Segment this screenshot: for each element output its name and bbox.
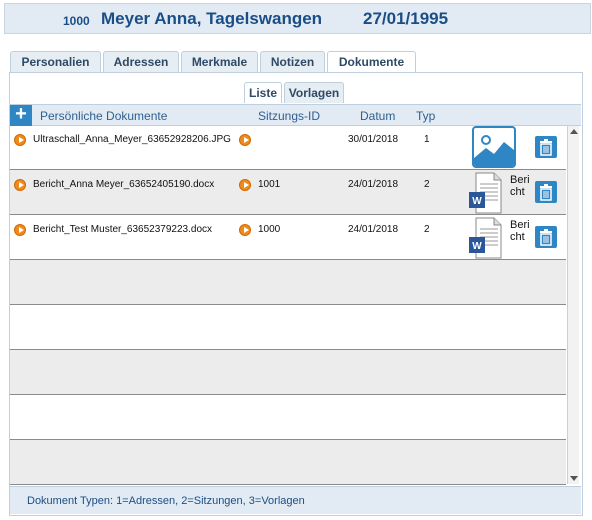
document-filename: Ultraschall_Anna_Meyer_63652928206.JPG bbox=[33, 134, 231, 145]
empty-row bbox=[10, 395, 566, 440]
documents-table-header: + Persönliche Dokumente Sitzungs-ID Datu… bbox=[10, 104, 581, 126]
subtab-liste[interactable]: Liste bbox=[244, 82, 282, 103]
tab-merkmale[interactable]: Merkmale bbox=[181, 51, 258, 73]
add-document-button[interactable]: + bbox=[10, 103, 32, 126]
document-thumb-label: Bericht bbox=[510, 219, 530, 243]
document-session-id: 1000 bbox=[258, 224, 281, 235]
tab-adressen[interactable]: Adressen bbox=[103, 51, 179, 73]
empty-row bbox=[10, 350, 566, 395]
patient-id: 1000 bbox=[63, 14, 90, 28]
tab-notizen[interactable]: Notizen bbox=[260, 51, 325, 73]
document-types-text: Dokument Typen: 1=Adressen, 2=Sitzungen,… bbox=[27, 495, 305, 507]
table-scrollbar[interactable] bbox=[567, 126, 579, 484]
play-icon[interactable] bbox=[14, 179, 26, 191]
document-filename: Bericht_Anna Meyer_63652405190.docx bbox=[33, 179, 215, 190]
document-types-legend: Dokument Typen: 1=Adressen, 2=Sitzungen,… bbox=[10, 486, 581, 514]
patient-name: Meyer Anna, Tagelswangen bbox=[101, 9, 323, 28]
table-row[interactable]: Bericht_Test Muster_63652379223.docx 100… bbox=[10, 215, 566, 260]
image-icon[interactable] bbox=[472, 126, 516, 168]
document-type: 2 bbox=[424, 179, 430, 190]
tab-dokumente[interactable]: Dokumente bbox=[327, 51, 416, 74]
play-icon[interactable] bbox=[239, 134, 251, 146]
play-icon[interactable] bbox=[239, 179, 251, 191]
document-session-id: 1001 bbox=[258, 179, 281, 190]
empty-row bbox=[10, 440, 566, 485]
trash-icon[interactable] bbox=[535, 181, 557, 203]
scroll-up-icon[interactable] bbox=[569, 127, 579, 137]
documents-subtabs: Liste Vorlagen bbox=[244, 82, 346, 103]
tab-personalien[interactable]: Personalien bbox=[10, 51, 101, 73]
plus-icon: + bbox=[15, 103, 27, 125]
column-header-session-id[interactable]: Sitzungs-ID bbox=[258, 109, 320, 123]
word-doc-icon[interactable]: W bbox=[468, 172, 502, 214]
document-thumb-label: Bericht bbox=[510, 174, 530, 198]
trash-icon[interactable] bbox=[535, 136, 557, 158]
column-header-date[interactable]: Datum bbox=[360, 109, 395, 123]
document-filename: Bericht_Test Muster_63652379223.docx bbox=[33, 224, 213, 235]
main-tabs: Personalien Adressen Merkmale Notizen Do… bbox=[10, 51, 418, 74]
scroll-down-icon[interactable] bbox=[569, 473, 579, 483]
empty-row bbox=[10, 260, 566, 305]
table-row[interactable]: Ultraschall_Anna_Meyer_63652928206.JPG 3… bbox=[10, 125, 566, 170]
subtab-vorlagen[interactable]: Vorlagen bbox=[284, 82, 344, 103]
patient-header: 1000 Meyer Anna, Tagelswangen 27/01/1995 bbox=[4, 3, 591, 34]
table-row[interactable]: Bericht_Anna Meyer_63652405190.docx 1001… bbox=[10, 170, 566, 215]
document-type: 2 bbox=[424, 224, 430, 235]
document-type: 1 bbox=[424, 134, 430, 145]
document-date: 30/01/2018 bbox=[348, 134, 399, 145]
trash-icon[interactable] bbox=[535, 226, 557, 248]
play-icon[interactable] bbox=[14, 134, 26, 146]
play-icon[interactable] bbox=[14, 224, 26, 236]
document-date: 24/01/2018 bbox=[348, 179, 399, 190]
svg-text:W: W bbox=[472, 241, 482, 252]
column-header-name[interactable]: Persönliche Dokumente bbox=[40, 109, 167, 123]
patient-birth-date: 27/01/1995 bbox=[363, 9, 449, 28]
document-date: 24/01/2018 bbox=[348, 224, 399, 235]
empty-row bbox=[10, 305, 566, 350]
play-icon[interactable] bbox=[239, 224, 251, 236]
documents-table: Ultraschall_Anna_Meyer_63652928206.JPG 3… bbox=[10, 125, 566, 485]
column-header-type[interactable]: Typ bbox=[416, 109, 435, 123]
svg-text:W: W bbox=[472, 196, 482, 207]
word-doc-icon[interactable]: W bbox=[468, 217, 502, 259]
